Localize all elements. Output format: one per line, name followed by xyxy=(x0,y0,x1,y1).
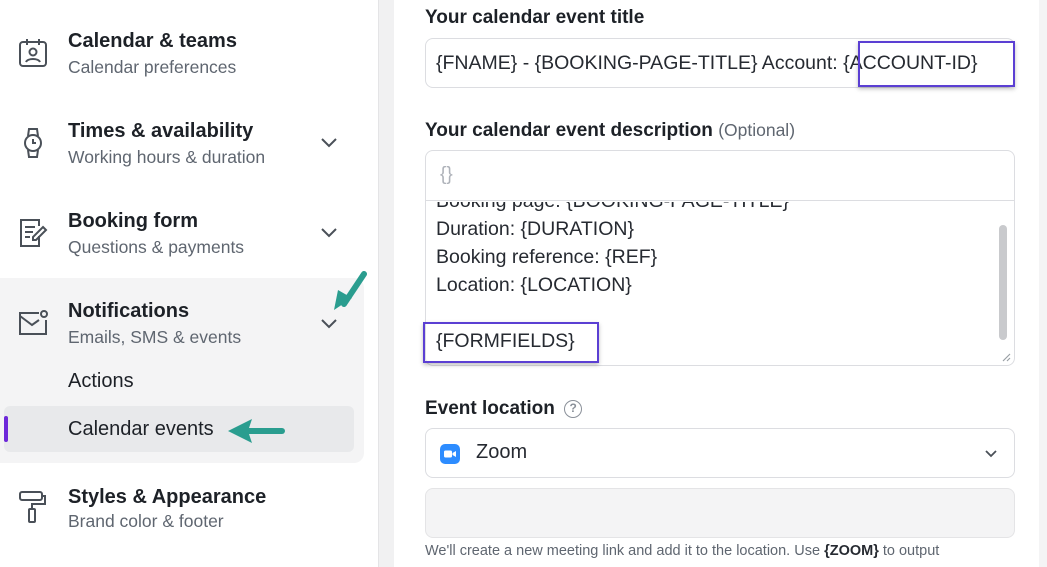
sidebar-item-subtitle: Emails, SMS & events xyxy=(68,327,242,347)
description-toolbar: {} xyxy=(426,151,1014,201)
location-label-text: Event location xyxy=(425,398,555,419)
description-line: Duration: {DURATION} xyxy=(436,218,634,240)
location-extra-input[interactable] xyxy=(425,488,1015,538)
paint-roller-icon xyxy=(16,490,50,524)
description-line: Booking page: {BOOKING-PAGE-TITLE} xyxy=(436,202,789,213)
right-edge-strip xyxy=(1039,0,1047,567)
description-line: Location: {LOCATION} xyxy=(436,274,632,296)
event-description-label: Your calendar event description (Optiona… xyxy=(425,120,795,142)
sidebar-divider xyxy=(378,0,394,567)
insert-field-icon[interactable]: {} xyxy=(440,164,453,186)
sidebar-item-title: Times & availability xyxy=(68,120,254,142)
sidebar-item-subtitle: Calendar preferences xyxy=(68,57,237,77)
annotation-arrow-icon xyxy=(228,419,285,443)
envelope-icon xyxy=(16,306,50,340)
scrollbar[interactable] xyxy=(999,225,1007,340)
event-title-label: Your calendar event title xyxy=(425,7,645,28)
sidebar-item-notifications[interactable]: Notifications Emails, SMS & events xyxy=(0,284,364,364)
event-title-text: {FNAME} - {BOOKING-PAGE-TITLE} Account: xyxy=(436,52,844,74)
sidebar: Calendar & teams Calendar preferences Ti… xyxy=(0,0,378,567)
sidebar-item-styles-appearance[interactable]: Styles & Appearance Brand color & footer xyxy=(0,470,364,550)
highlight-box xyxy=(858,41,1015,87)
sidebar-item-title: Notifications xyxy=(68,300,190,322)
chevron-down-icon xyxy=(985,450,997,458)
sidebar-item-times-availability[interactable]: Times & availability Working hours & dur… xyxy=(0,104,364,184)
description-label-text: Your calendar event description xyxy=(425,120,713,141)
location-value: Zoom xyxy=(476,441,528,463)
main-panel: Your calendar event title {FNAME} - {BOO… xyxy=(394,0,1047,567)
annotation-arrow-icon xyxy=(334,271,367,310)
help-icon[interactable]: ? xyxy=(564,400,583,418)
optional-tag: (Optional) xyxy=(718,120,796,140)
resize-handle-icon[interactable] xyxy=(1001,352,1011,362)
location-select[interactable]: Zoom xyxy=(425,428,1015,478)
calendar-user-icon xyxy=(16,36,50,70)
description-line: Booking reference: {REF} xyxy=(436,246,658,268)
sidebar-subitem-actions[interactable]: Actions xyxy=(68,370,134,393)
sidebar-item-subtitle: Working hours & duration xyxy=(68,147,266,167)
chevron-down-icon[interactable] xyxy=(318,131,340,153)
sidebar-item-subtitle: Brand color & footer xyxy=(68,511,224,531)
sidebar-item-title: Styles & Appearance xyxy=(68,486,267,508)
event-location-label: Event location ? xyxy=(425,398,583,420)
sidebar-item-subtitle: Questions & payments xyxy=(68,237,245,257)
sidebar-item-title: Booking form xyxy=(68,210,198,232)
zoom-icon xyxy=(440,444,460,464)
watch-icon xyxy=(16,126,50,160)
sidebar-subitem-calendar-events[interactable]: Calendar events xyxy=(68,418,214,441)
chevron-down-icon[interactable] xyxy=(318,221,340,243)
location-footnote: We'll create a new meeting link and add … xyxy=(425,543,940,559)
sidebar-item-calendar-teams[interactable]: Calendar & teams Calendar preferences xyxy=(0,14,364,94)
active-indicator xyxy=(4,416,8,442)
highlight-box xyxy=(423,322,599,363)
sidebar-item-booking-form[interactable]: Booking form Questions & payments xyxy=(0,194,364,274)
sidebar-item-title: Calendar & teams xyxy=(68,30,237,52)
form-edit-icon xyxy=(16,216,50,250)
